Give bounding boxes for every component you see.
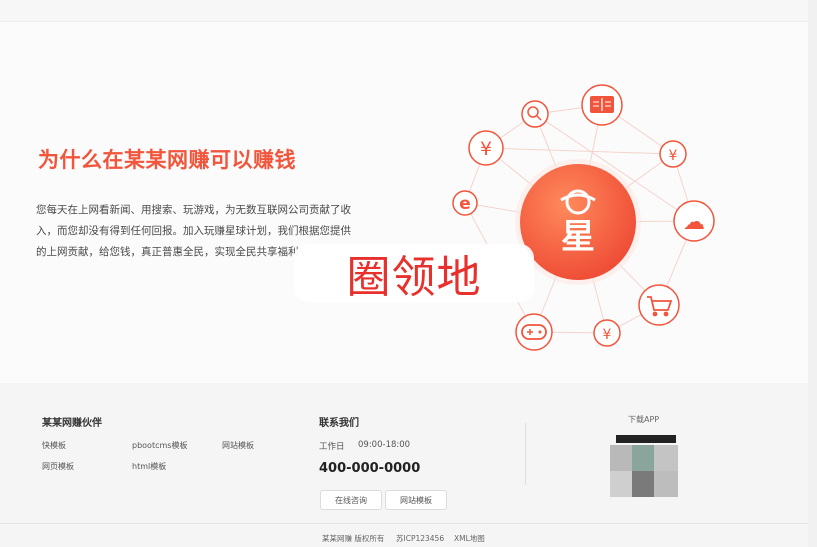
cloud-icon: ☁ bbox=[683, 210, 705, 235]
center-label: 星 bbox=[561, 217, 595, 257]
download-app-label: 下载APP bbox=[628, 415, 660, 424]
gamepad-node[interactable] bbox=[515, 313, 553, 351]
hours-label: 工作日 bbox=[319, 442, 345, 452]
contact-title: 联系我们 bbox=[319, 418, 359, 429]
yuan-icon: ¥ bbox=[603, 327, 612, 343]
ie-browser-icon: e bbox=[459, 194, 471, 214]
yuan-node-left[interactable]: ¥ bbox=[468, 130, 504, 166]
partner-link[interactable]: 网页模板 bbox=[42, 461, 74, 472]
yuan-icon: ¥ bbox=[669, 148, 678, 164]
book-node[interactable] bbox=[581, 84, 623, 126]
watermark-overlay: 圈领地 bbox=[294, 244, 534, 303]
top-bar bbox=[0, 0, 808, 22]
yuan-node-bottom[interactable]: ¥ bbox=[593, 319, 621, 347]
partner-link[interactable]: html模板 bbox=[132, 461, 166, 472]
yuan-icon: ¥ bbox=[480, 138, 492, 160]
cloud-node[interactable]: ☁ bbox=[673, 200, 715, 242]
scrollbar[interactable] bbox=[808, 0, 817, 547]
qr-code-icon bbox=[610, 435, 678, 497]
hero-section: 为什么在某某网赚可以赚钱 您每天在上网看新闻、用搜索、玩游戏，为无数互联网公司贡… bbox=[0, 22, 808, 383]
copyright-text: 某某网赚 版权所有 bbox=[322, 534, 385, 543]
icp-link[interactable]: 苏ICP123456 bbox=[396, 533, 444, 544]
footer-divider bbox=[525, 423, 526, 485]
yuan-node-right[interactable]: ¥ bbox=[659, 140, 687, 168]
partner-link[interactable]: pbootcms模板 bbox=[132, 440, 187, 451]
footer: 某某网赚伙伴 快模板 pbootcms模板 网站模板 网页模板 html模板 联… bbox=[0, 383, 808, 547]
partner-link[interactable]: 快模板 bbox=[42, 440, 66, 451]
phone-number: 400-000-0000 bbox=[319, 461, 421, 476]
footer-bottom-divider bbox=[0, 523, 808, 524]
planet-diagram: 星 ¥ ¥ e ☁ ¥ bbox=[452, 84, 715, 351]
hours-value: 09:00-18:00 bbox=[358, 440, 411, 450]
site-template-button[interactable]: 网站模板 bbox=[385, 490, 447, 510]
hero-title: 为什么在某某网赚可以赚钱 bbox=[38, 148, 296, 172]
ie-node[interactable]: e bbox=[452, 190, 478, 216]
cart-node[interactable] bbox=[638, 284, 680, 326]
sitemap-link[interactable]: XML地图 bbox=[454, 533, 485, 544]
online-consult-button[interactable]: 在线咨询 bbox=[320, 490, 382, 510]
search-node[interactable] bbox=[521, 100, 549, 128]
partners-title: 某某网赚伙伴 bbox=[42, 418, 102, 429]
watermark-text: 圈领地 bbox=[346, 252, 482, 303]
partner-link[interactable]: 网站模板 bbox=[222, 440, 254, 451]
